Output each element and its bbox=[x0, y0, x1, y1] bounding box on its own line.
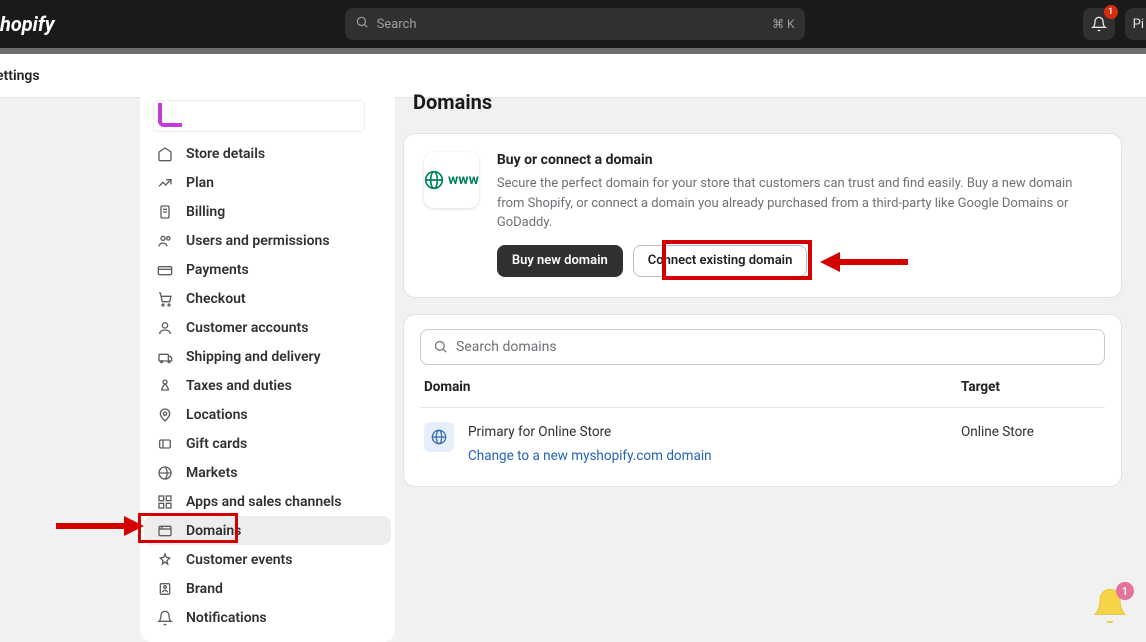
sidebar-item-label: Locations bbox=[186, 407, 248, 423]
domain-primary-label: Primary for Online Store bbox=[468, 424, 961, 440]
sidebar-item-label: Customer events bbox=[186, 552, 292, 568]
sidebar-item-markets[interactable]: Markets bbox=[144, 458, 391, 487]
account-menu[interactable]: Pi bbox=[1125, 8, 1146, 40]
sidebar-item-label: Billing bbox=[186, 204, 225, 220]
change-domain-link[interactable]: Change to a new myshopify.com domain bbox=[468, 448, 961, 464]
grid-icon bbox=[156, 494, 174, 510]
sidebar-item-label: Shipping and delivery bbox=[186, 349, 321, 365]
sidebar-item-label: Domains bbox=[186, 523, 241, 539]
global-search[interactable]: Search ⌘ K bbox=[345, 8, 805, 40]
domain-search-input[interactable]: Search domains bbox=[420, 329, 1105, 365]
id-icon bbox=[156, 581, 174, 597]
shopify-logo: shopify bbox=[0, 12, 67, 36]
sidebar-item-label: Apps and sales channels bbox=[186, 494, 342, 510]
annotation-arrow-domains bbox=[56, 512, 144, 540]
buy-new-domain-button[interactable]: Buy new domain bbox=[497, 245, 623, 277]
sidebar-item-label: Plan bbox=[186, 175, 214, 191]
main-column: Domains www Buy or connect a domain Secu… bbox=[395, 98, 1146, 642]
sidebar-item-payments[interactable]: Payments bbox=[144, 255, 391, 284]
bell-icon bbox=[1091, 16, 1107, 32]
search-icon bbox=[355, 15, 369, 33]
users-icon bbox=[156, 233, 174, 249]
notifications-button[interactable]: 1 bbox=[1083, 8, 1115, 40]
intro-card: www Buy or connect a domain Secure the p… bbox=[403, 133, 1122, 298]
page-title: Domains bbox=[413, 90, 492, 114]
globe-icon bbox=[156, 465, 174, 481]
notifications-badge: 1 bbox=[1104, 5, 1118, 19]
column-target: Target bbox=[961, 379, 1101, 395]
sidebar-item-plan[interactable]: Plan bbox=[144, 168, 391, 197]
pin-icon bbox=[156, 407, 174, 423]
domain-target: Online Store bbox=[961, 422, 1101, 440]
tax-icon bbox=[156, 378, 174, 394]
sidebar-item-customer-events[interactable]: Customer events bbox=[144, 545, 391, 574]
sparkle-icon bbox=[156, 552, 174, 568]
intro-heading: Buy or connect a domain bbox=[497, 152, 1101, 168]
store-icon bbox=[156, 146, 174, 162]
domain-table-header: Domain Target bbox=[420, 365, 1105, 401]
browser-icon bbox=[156, 523, 174, 539]
sidebar-item-label: Notifications bbox=[186, 610, 267, 626]
domain-row[interactable]: Primary for Online Store Change to a new… bbox=[420, 407, 1105, 468]
sidebar-item-billing[interactable]: Billing bbox=[144, 197, 391, 226]
globe-icon bbox=[431, 429, 447, 445]
globe-icon bbox=[424, 170, 444, 190]
store-logo-glyph bbox=[158, 103, 182, 127]
sidebar-item-apps-and-sales-channels[interactable]: Apps and sales channels bbox=[144, 487, 391, 516]
store-logo bbox=[154, 101, 364, 131]
sidebar-item-label: Brand bbox=[186, 581, 223, 597]
domain-illustration: www bbox=[424, 152, 479, 208]
workspace: Store details Plan Billing Users and permis… bbox=[0, 98, 1146, 642]
sidebar-item-label: Taxes and duties bbox=[186, 378, 292, 394]
sidebar-item-label: Markets bbox=[186, 465, 238, 481]
sidebar-item-store-details[interactable]: Store details bbox=[144, 139, 391, 168]
settings-sidebar: Store details Plan Billing Users and permis… bbox=[140, 97, 395, 642]
sidebar-item-label: Checkout bbox=[186, 291, 246, 307]
search-icon bbox=[433, 339, 448, 354]
person-icon bbox=[156, 320, 174, 336]
truck-icon bbox=[156, 349, 174, 365]
www-text: www bbox=[448, 172, 479, 188]
section-heading: ettings bbox=[0, 68, 40, 84]
sidebar-item-label: Customer accounts bbox=[186, 320, 308, 336]
sidebar-item-notifications[interactable]: Notifications bbox=[144, 603, 391, 632]
sidebar-item-taxes-and-duties[interactable]: Taxes and duties bbox=[144, 371, 391, 400]
search-placeholder: Search bbox=[377, 17, 772, 32]
gift-icon bbox=[156, 436, 174, 452]
sidebar-item-customer-accounts[interactable]: Customer accounts bbox=[144, 313, 391, 342]
settings-nav: Store details Plan Billing Users and permis… bbox=[140, 135, 395, 642]
store-logo-slot bbox=[140, 97, 395, 135]
sidebar-item-label: Payments bbox=[186, 262, 249, 278]
bell-icon bbox=[156, 610, 174, 626]
sidebar-item-locations[interactable]: Locations bbox=[144, 400, 391, 429]
sidebar-item-label: Store details bbox=[186, 146, 265, 162]
sidebar-item-label: Gift cards bbox=[186, 436, 247, 452]
sidebar-item-shipping-and-delivery[interactable]: Shipping and delivery bbox=[144, 342, 391, 371]
intro-description: Secure the perfect domain for your store… bbox=[497, 174, 1101, 233]
receipt-icon bbox=[156, 204, 174, 220]
chart-icon bbox=[156, 175, 174, 191]
floating-bell-badge: 1 bbox=[1116, 582, 1134, 600]
sidebar-item-gift-cards[interactable]: Gift cards bbox=[144, 429, 391, 458]
sidebar-item-label: Users and permissions bbox=[186, 233, 330, 249]
connect-existing-domain-button[interactable]: Connect existing domain bbox=[633, 245, 808, 277]
sidebar-item-users-and-permissions[interactable]: Users and permissions bbox=[144, 226, 391, 255]
sidebar-item-brand[interactable]: Brand bbox=[144, 574, 391, 603]
cart-icon bbox=[156, 291, 174, 307]
floating-notification-bell[interactable]: 1 bbox=[1090, 586, 1130, 626]
search-shortcut: ⌘ K bbox=[772, 17, 795, 31]
sidebar-item-checkout[interactable]: Checkout bbox=[144, 284, 391, 313]
domain-chip bbox=[424, 422, 454, 452]
card-icon bbox=[156, 262, 174, 278]
section-heading-bar: ettings bbox=[0, 54, 1146, 98]
sidebar-column: Store details Plan Billing Users and permis… bbox=[0, 98, 395, 642]
topbar: shopify Search ⌘ K 1 Pi bbox=[0, 0, 1146, 48]
domain-search-placeholder: Search domains bbox=[456, 339, 557, 355]
column-domain: Domain bbox=[424, 379, 961, 395]
domain-list-card: Search domains Domain Target Primary for… bbox=[403, 314, 1122, 487]
sidebar-item-domains[interactable]: Domains bbox=[144, 516, 391, 545]
